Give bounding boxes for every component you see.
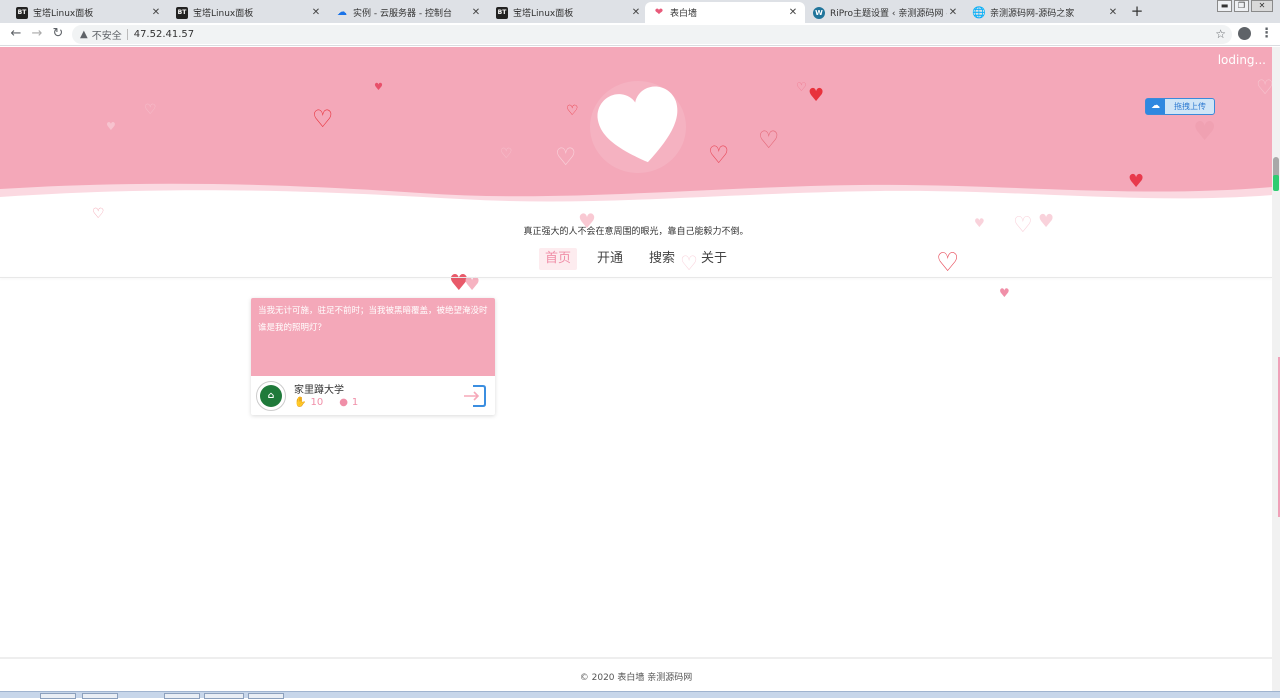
taskbar-item[interactable] <box>164 693 200 699</box>
tab-title: 宝塔Linux面板 <box>193 9 254 19</box>
heart-icon: ♥ <box>1193 117 1217 147</box>
footer-divider <box>0 657 1272 659</box>
heart-icon: ❤ <box>654 7 664 18</box>
tab-title: 宝塔Linux面板 <box>33 9 94 19</box>
footer-text: © 2020 表白墙 亲测源码网 <box>579 673 693 683</box>
comment-count: 1 <box>351 397 359 408</box>
bt-icon: BT <box>176 6 188 19</box>
os-taskbar <box>0 691 1280 699</box>
post-author[interactable]: 家里蹲大学 <box>294 381 344 396</box>
security-label: 不安全 <box>91 31 122 42</box>
post-footer: ⌂ 家里蹲大学 ✋ 10 ● 1 <box>251 376 495 415</box>
heart-icon: ♥ <box>1128 171 1145 192</box>
loading-text: loding... <box>1217 53 1266 67</box>
post-content: 当我无计可施，驻足不前时；当我被黑暗覆盖，被绝望淹没时 谁是我的照明灯？ <box>251 298 495 376</box>
upload-icon: ☁ <box>1146 99 1165 114</box>
page-viewport: loding... ☁ 拖拽上传 ♡ ♥ ♡ ♥ ♡ ♡ ♡ ♡ ♡ ♡ ♥ ♥… <box>0 47 1272 691</box>
heart-icon: ♥ <box>464 274 481 295</box>
nav-item-home[interactable]: 首页 <box>538 248 577 270</box>
browser-tab-4[interactable]: BT 宝塔Linux面板 ✕ <box>488 2 648 23</box>
enter-icon[interactable] <box>463 384 487 408</box>
heart-icon: ♥ <box>999 286 1010 300</box>
tab-title: 实例 - 云服务器 - 控制台 <box>353 9 452 19</box>
globe-icon: 🌐 <box>972 6 986 19</box>
close-icon[interactable]: ✕ <box>947 7 959 18</box>
upload-button[interactable]: ☁ 拖拽上传 <box>1145 98 1215 115</box>
heart-icon: ♡ <box>312 105 334 133</box>
upload-button-label: 拖拽上传 <box>1174 102 1206 111</box>
banner-wave <box>0 183 1272 212</box>
heart-icon: ♡ <box>500 146 513 162</box>
taskbar-item[interactable] <box>248 693 284 699</box>
heart-icon: ♡ <box>144 102 157 118</box>
browser-tab-2[interactable]: BT 宝塔Linux面板 ✕ <box>168 2 328 23</box>
browser-tab-3[interactable]: ☁ 实例 - 云服务器 - 控制台 ✕ <box>328 2 488 23</box>
tab-title: RiPro主题设置 ‹ 亲测源码网 — W <box>830 9 947 19</box>
slogan-text: 真正强大的人不会在意周围的眼光，靠自己能毅力不倒。 <box>523 227 749 237</box>
browser-tab-1[interactable]: BT 宝塔Linux面板 ✕ <box>8 2 168 23</box>
bt-icon: BT <box>496 6 508 19</box>
nav-item-open[interactable]: 开通 <box>591 248 629 270</box>
restore-icon[interactable]: ❐ <box>1234 0 1249 12</box>
browser-tab-strip: BT 宝塔Linux面板 ✕ BT 宝塔Linux面板 ✕ ☁ 实例 - 云服务… <box>0 0 1280 23</box>
close-icon[interactable]: ✕ <box>150 7 162 18</box>
page-scrollbar[interactable] <box>1272 47 1280 691</box>
minimize-icon[interactable]: ▬ <box>1217 0 1232 12</box>
heart-icon: ♥ <box>374 82 383 93</box>
nav-item-about[interactable]: 关于 <box>695 248 733 270</box>
star-icon[interactable]: ☆ <box>1215 27 1226 41</box>
post-stats: ✋ 10 ● 1 <box>294 397 358 408</box>
heart-icon: ♥ <box>808 85 825 106</box>
browser-tab-7[interactable]: 🌐 亲测源码网-源码之家 ✕ <box>965 2 1125 23</box>
menu-icon[interactable]: ⋮ <box>1260 26 1273 41</box>
forward-icon[interactable]: → <box>29 26 45 42</box>
taskbar-item[interactable] <box>40 693 76 699</box>
taskbar-item[interactable] <box>82 693 118 699</box>
omnibox-divider <box>126 29 128 40</box>
close-icon[interactable]: ✕ <box>787 7 799 18</box>
close-icon[interactable]: ✕ <box>1107 7 1119 18</box>
warning-icon: ▲ <box>80 29 88 40</box>
like-icon[interactable]: ✋ <box>294 397 306 408</box>
heart-icon: ♡ <box>796 80 807 94</box>
like-count: 10 <box>310 397 324 408</box>
heart-icon: ♡ <box>1256 75 1272 99</box>
close-icon[interactable]: ✕ <box>470 7 482 18</box>
main-nav: 首页 开通 搜索 关于 <box>0 248 1272 278</box>
heart-icon: ♡ <box>92 206 105 222</box>
tab-title: 表白墙 <box>670 9 698 19</box>
header-banner: loding... ☁ 拖拽上传 <box>0 47 1272 212</box>
comment-icon[interactable]: ● <box>339 397 348 408</box>
post-card[interactable]: 当我无计可施，驻足不前时；当我被黑暗覆盖，被绝望淹没时 谁是我的照明灯？ ⌂ 家… <box>251 298 495 415</box>
heart-icon: ♡ <box>708 141 730 169</box>
taskbar-item[interactable] <box>204 693 244 699</box>
address-bar[interactable]: ▲ 不安全 47.52.41.57 ☆ <box>72 25 1232 44</box>
tab-title: 亲测源码网-源码之家 <box>990 9 1075 19</box>
cloud-icon: ☁ <box>337 7 347 18</box>
close-window-icon[interactable]: ✕ <box>1251 0 1273 12</box>
nav-item-search[interactable]: 搜索 <box>643 248 681 270</box>
browser-toolbar: ← → ↻ ▲ 不安全 47.52.41.57 ☆ ⋮ <box>0 23 1280 46</box>
university-logo-icon: ⌂ <box>260 385 282 407</box>
url-text[interactable]: 47.52.41.57 <box>134 29 194 40</box>
wordpress-icon: W <box>813 6 825 19</box>
browser-tab-5[interactable]: ❤ 表白墙 ✕ <box>645 2 805 23</box>
reload-icon[interactable]: ↻ <box>50 26 66 42</box>
browser-tab-6[interactable]: W RiPro主题设置 ‹ 亲测源码网 — W ✕ <box>805 2 965 23</box>
tab-title: 宝塔Linux面板 <box>513 9 574 19</box>
avatar[interactable]: ⌂ <box>256 381 286 411</box>
back-icon[interactable]: ← <box>8 26 24 42</box>
nav-divider <box>0 277 1272 278</box>
new-tab-button[interactable]: + <box>1128 3 1146 21</box>
heart-icon: ♡ <box>566 103 579 119</box>
bt-icon: BT <box>16 6 28 19</box>
close-icon[interactable]: ✕ <box>310 7 322 18</box>
heart-icon: ♡ <box>555 143 577 171</box>
heart-icon: ♥ <box>106 120 116 133</box>
heart-icon: ♡ <box>758 126 780 154</box>
logo-heart-icon <box>597 86 678 163</box>
close-icon[interactable]: ✕ <box>630 7 642 18</box>
profile-icon[interactable] <box>1238 27 1251 40</box>
scrollbar-marker <box>1273 175 1279 191</box>
